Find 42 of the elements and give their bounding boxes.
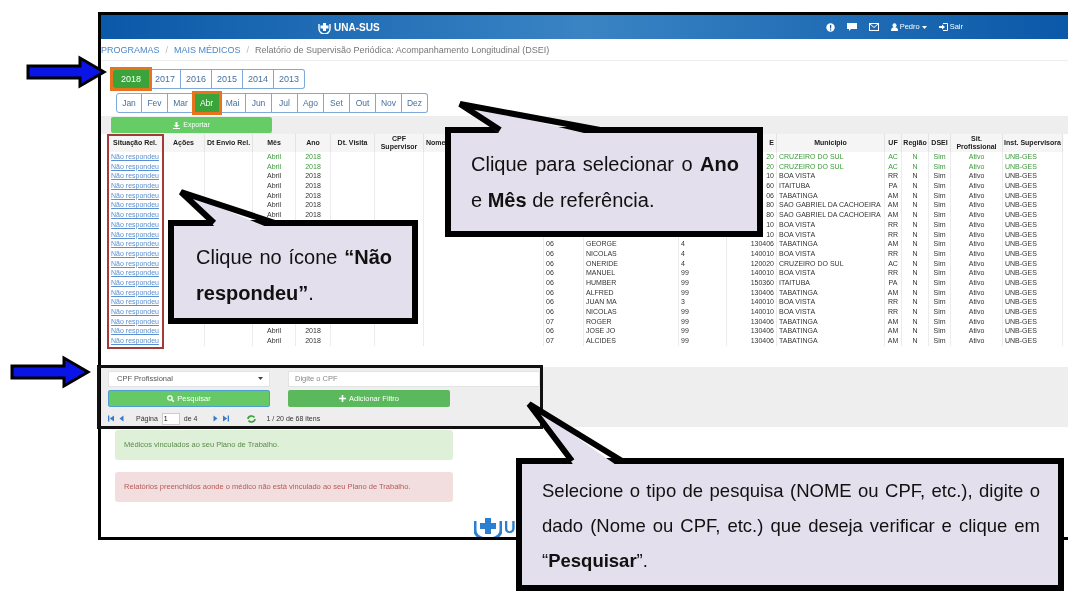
month-tab[interactable]: Set xyxy=(324,93,350,113)
highlight-frame xyxy=(192,91,222,115)
year-tab[interactable]: 2016 xyxy=(181,69,212,89)
envelope-icon[interactable] xyxy=(868,23,879,31)
highlight-frame xyxy=(110,67,152,91)
previous-page-icon[interactable] xyxy=(119,415,124,423)
month-tab[interactable]: Nov xyxy=(376,93,402,113)
month-tab[interactable]: Ago xyxy=(298,93,324,113)
month-tab[interactable]: Jan xyxy=(116,93,142,113)
plus-icon xyxy=(339,394,346,402)
breadcrumb-separator: / xyxy=(246,45,250,55)
year-tab[interactable]: 2017 xyxy=(150,69,181,89)
logo-text: U xyxy=(504,517,516,537)
breadcrumb-link[interactable]: PROGRAMAS xyxy=(101,45,160,55)
search-icon xyxy=(167,394,175,402)
caret-icon xyxy=(258,377,263,381)
breadcrumb-link[interactable]: MAIS MÉDICOS xyxy=(174,45,241,55)
logo-icon xyxy=(318,20,331,34)
breadcrumb-separator: / xyxy=(165,45,169,55)
last-page-icon[interactable] xyxy=(222,415,230,423)
first-page-icon[interactable] xyxy=(108,415,115,423)
month-tab[interactable]: Out xyxy=(350,93,376,113)
help-icon[interactable] xyxy=(825,22,835,32)
refresh-icon[interactable] xyxy=(247,414,257,423)
month-tab[interactable]: Mar xyxy=(168,93,194,113)
year-tab[interactable]: 2014 xyxy=(243,69,274,89)
user-icon xyxy=(890,23,898,31)
month-tab[interactable]: Mai xyxy=(220,93,246,113)
month-tab[interactable]: Fev xyxy=(142,93,168,113)
download-icon xyxy=(173,121,181,129)
breadcrumb-current: Relatório de Supervisão Periódica: Acompanhamento Longitudinal (DSEI) xyxy=(255,45,550,55)
caret-icon xyxy=(921,25,927,29)
year-tab[interactable]: 2013 xyxy=(274,69,305,89)
month-tab[interactable]: Dez xyxy=(402,93,428,113)
month-tab[interactable]: Jun xyxy=(246,93,272,113)
next-page-icon[interactable] xyxy=(213,415,219,423)
chat-icon[interactable] xyxy=(846,23,857,31)
year-tab[interactable]: 2015 xyxy=(212,69,243,89)
month-tab[interactable]: Jul xyxy=(272,93,298,113)
sign-in-icon xyxy=(938,23,948,31)
logo-icon xyxy=(474,515,502,537)
logo-text: UNA-SUS xyxy=(334,20,380,35)
